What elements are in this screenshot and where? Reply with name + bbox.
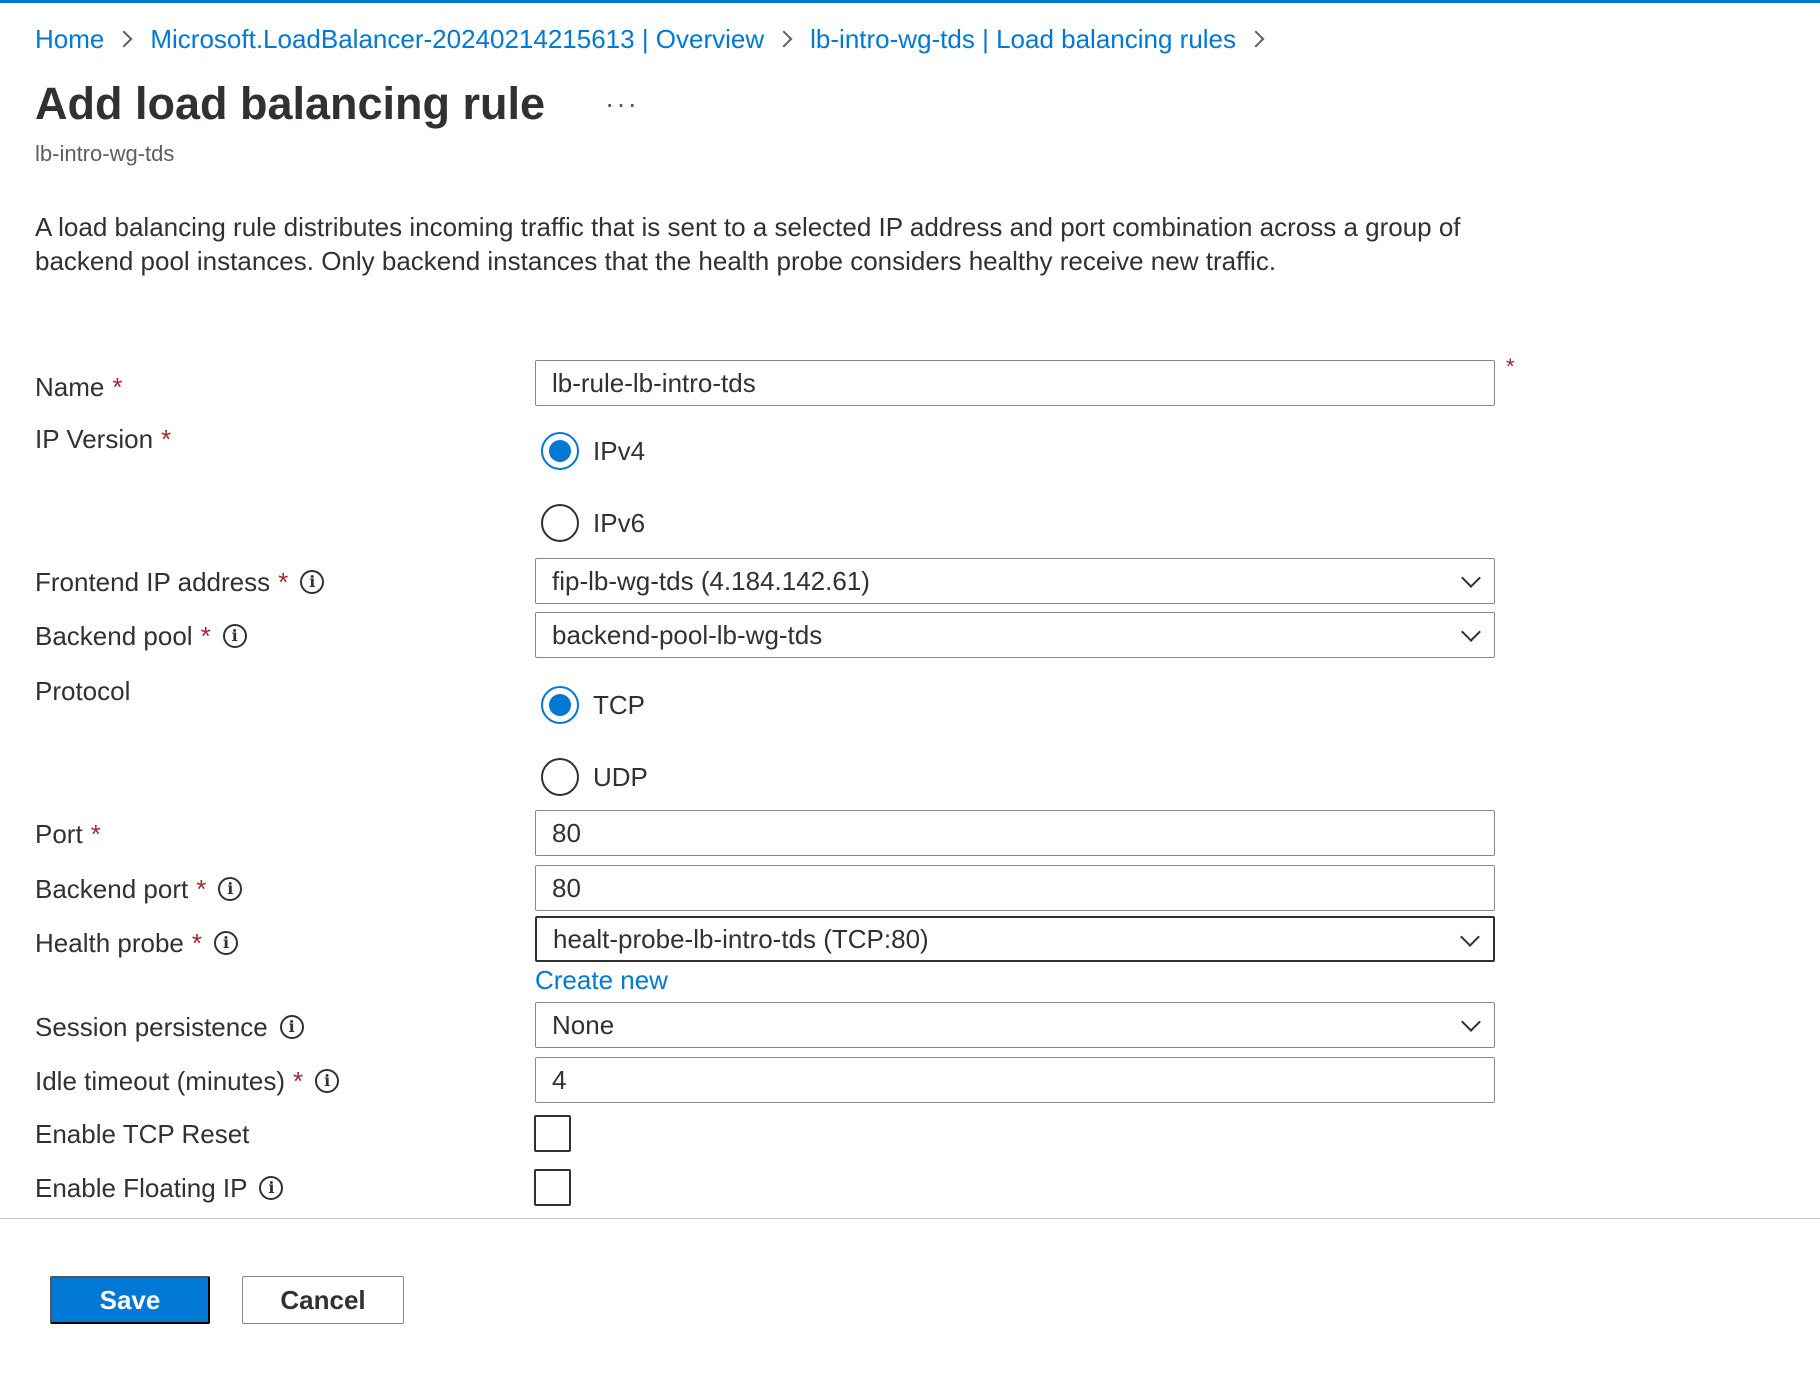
breadcrumb: Home Microsoft.LoadBalancer-202402142156…: [35, 22, 1282, 56]
chevron-down-icon: [1461, 1012, 1481, 1032]
more-options-icon[interactable]: ···: [605, 88, 639, 120]
port-value: 80: [552, 817, 581, 848]
radio-ipv4[interactable]: IPv4: [541, 432, 645, 470]
backend-pool-value: backend-pool-lb-wg-tds: [552, 619, 823, 650]
breadcrumb-home[interactable]: Home: [35, 24, 104, 55]
tcp-reset-label: Enable TCP Reset: [35, 1118, 250, 1149]
create-new-health-probe-link[interactable]: Create new: [535, 965, 668, 996]
session-persistence-dropdown[interactable]: None: [535, 1002, 1495, 1048]
backend-port-input[interactable]: 80: [535, 865, 1495, 911]
backend-port-label: Backend port * i: [35, 872, 243, 906]
health-probe-value: healt-probe-lb-intro-tds (TCP:80): [553, 923, 929, 954]
required-marker: *: [1506, 354, 1515, 379]
floating-ip-checkbox[interactable]: [534, 1169, 571, 1206]
frontend-ip-value: fip-lb-wg-tds (4.184.142.61): [552, 565, 870, 596]
required-marker: *: [200, 620, 211, 651]
required-marker: *: [112, 371, 123, 402]
required-marker: *: [191, 927, 203, 958]
session-persistence-value: None: [552, 1009, 615, 1040]
protocol-label: Protocol: [35, 675, 131, 706]
required-marker: *: [90, 818, 101, 849]
radio-tcp[interactable]: TCP: [541, 686, 645, 724]
required-marker: *: [278, 566, 289, 597]
chevron-right-icon: [1247, 30, 1265, 48]
page-subtitle: lb-intro-wg-tds: [35, 141, 175, 166]
info-icon[interactable]: i: [315, 1069, 340, 1093]
radio-udp-label: UDP: [593, 761, 648, 792]
radio-ipv6-label: IPv6: [593, 507, 646, 538]
radio-ipv6[interactable]: IPv6: [541, 504, 645, 542]
info-icon[interactable]: i: [214, 931, 239, 955]
idle-timeout-label: Idle timeout (minutes) * i: [35, 1064, 340, 1098]
info-icon[interactable]: i: [259, 1176, 284, 1200]
session-persistence-label: Session persistence i: [35, 1010, 304, 1044]
chevron-down-icon: [1460, 927, 1480, 947]
page-description: A load balancing rule distributes incomi…: [35, 212, 1461, 276]
required-marker: *: [161, 423, 172, 454]
chevron-down-icon: [1461, 568, 1481, 588]
name-input[interactable]: lb-rule-lb-intro-tds: [535, 360, 1495, 406]
chevron-right-icon: [115, 30, 133, 48]
breadcrumb-load-balancer-overview[interactable]: Microsoft.LoadBalancer-20240214215613 | …: [150, 24, 764, 55]
health-probe-dropdown[interactable]: healt-probe-lb-intro-tds (TCP:80): [535, 916, 1495, 962]
idle-timeout-input[interactable]: 4: [535, 1057, 1495, 1103]
required-marker: *: [196, 873, 207, 904]
radio-tcp-label: TCP: [593, 689, 645, 720]
footer-divider: [0, 1218, 1820, 1219]
health-probe-label: Health probe * i: [35, 926, 239, 960]
chevron-down-icon: [1461, 622, 1481, 642]
radio-ipv4-label: IPv4: [593, 435, 646, 466]
frontend-ip-dropdown[interactable]: fip-lb-wg-tds (4.184.142.61): [535, 558, 1495, 604]
info-icon[interactable]: i: [279, 1015, 304, 1039]
info-icon[interactable]: i: [222, 624, 247, 648]
radio-unselected-icon: [541, 758, 579, 796]
ip-version-label: IP Version *: [35, 423, 172, 454]
radio-selected-icon: [541, 432, 579, 470]
top-accent-line: [0, 0, 1820, 3]
radio-unselected-icon: [541, 504, 579, 542]
name-input-value: lb-rule-lb-intro-tds: [552, 367, 756, 398]
info-icon[interactable]: i: [218, 877, 243, 901]
backend-pool-dropdown[interactable]: backend-pool-lb-wg-tds: [535, 612, 1495, 658]
backend-port-value: 80: [552, 872, 581, 903]
name-label: Name *: [35, 371, 123, 402]
frontend-ip-label: Frontend IP address * i: [35, 565, 325, 599]
port-input[interactable]: 80: [535, 810, 1495, 856]
chevron-right-icon: [775, 30, 793, 48]
tcp-reset-checkbox[interactable]: [534, 1115, 571, 1152]
port-label: Port *: [35, 818, 101, 849]
backend-pool-label: Backend pool * i: [35, 619, 247, 653]
cancel-button[interactable]: Cancel: [242, 1276, 404, 1324]
idle-timeout-value: 4: [552, 1064, 567, 1095]
radio-selected-icon: [541, 686, 579, 724]
floating-ip-label: Enable Floating IP i: [35, 1171, 284, 1205]
page-title: Add load balancing rule: [35, 78, 546, 129]
info-icon[interactable]: i: [300, 570, 325, 594]
save-button[interactable]: Save: [50, 1276, 210, 1324]
required-marker: *: [292, 1065, 304, 1096]
breadcrumb-load-balancing-rules[interactable]: lb-intro-wg-tds | Load balancing rules: [810, 24, 1236, 55]
radio-udp[interactable]: UDP: [541, 758, 648, 796]
